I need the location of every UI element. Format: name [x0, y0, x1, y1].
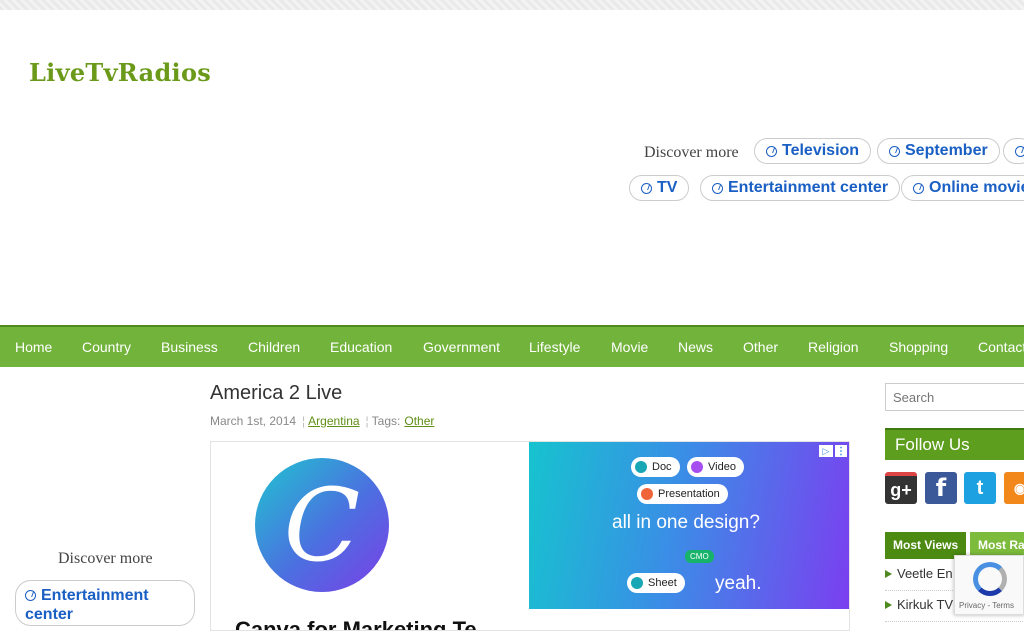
main-nav: Home Country Business Children Education… [0, 325, 1024, 367]
video-icon [691, 461, 703, 473]
nav-other[interactable]: Other [743, 339, 778, 355]
nav-home[interactable]: Home [15, 339, 52, 355]
ad-chip-presentation: Presentation [637, 484, 728, 504]
nav-government[interactable]: Government [423, 339, 500, 355]
ad-chip-doc: Doc [631, 457, 680, 477]
post-tags-label: Tags: [371, 414, 401, 428]
recaptcha-privacy-terms[interactable]: Privacy - Terms [959, 601, 1014, 610]
sheet-icon [631, 577, 643, 589]
meta-separator: ¦ [365, 414, 369, 428]
adchoices-icon[interactable]: ▷ [819, 445, 833, 457]
post-tag-link[interactable]: Other [404, 414, 434, 428]
bolt-circle-icon [712, 182, 723, 194]
post-date: March 1st, 2014 [210, 414, 297, 428]
arrow-right-icon [885, 600, 892, 609]
rss-icon[interactable]: ◉ [1004, 472, 1024, 504]
recaptcha-badge[interactable]: Privacy - Terms [954, 555, 1024, 615]
arrow-right-icon [885, 569, 892, 578]
post-category-link[interactable]: Argentina [308, 414, 359, 428]
ad-yeah-text: yeah. [715, 573, 762, 594]
list-item[interactable]: Kirkuk TV [885, 597, 953, 612]
post-title: America 2 Live [210, 382, 343, 404]
list-divider [885, 621, 1024, 622]
nav-movie[interactable]: Movie [611, 339, 648, 355]
nav-shopping[interactable]: Shopping [889, 339, 948, 355]
post-meta: March 1st, 2014 ¦ Argentina ¦ Tags: Othe… [210, 414, 434, 428]
search-input[interactable] [885, 383, 1024, 411]
canva-logo: C [255, 458, 389, 592]
ad-chip-video: Video [687, 457, 744, 477]
facebook-icon[interactable]: f [925, 472, 957, 504]
bolt-circle-icon [913, 182, 924, 194]
discover-pill-online-movie[interactable]: Online movie [901, 175, 1024, 201]
ad-cmo-badge: CMO [685, 550, 714, 563]
ad-visual-panel[interactable]: Doc Video Presentation all in one design… [529, 442, 849, 609]
discover-pill-september[interactable]: September [877, 138, 1000, 164]
presentation-icon [641, 488, 653, 500]
nav-children[interactable]: Children [248, 339, 300, 355]
nav-education[interactable]: Education [330, 339, 392, 355]
meta-separator: ¦ [302, 414, 306, 428]
discover-more-label: Discover more [644, 144, 739, 161]
doc-icon [635, 461, 647, 473]
list-item[interactable]: Veetle En [885, 566, 953, 581]
nav-business[interactable]: Business [161, 339, 218, 355]
nav-religion[interactable]: Religion [808, 339, 859, 355]
nav-country[interactable]: Country [82, 339, 131, 355]
bolt-circle-icon [25, 590, 36, 601]
discover-pill-tv[interactable]: TV [629, 175, 690, 201]
ad-tagline: all in one design? [612, 512, 760, 533]
bolt-circle-icon [766, 145, 777, 157]
discover-pill-entertainment-center[interactable]: Entertainment center [700, 175, 901, 201]
discover-pill-television[interactable]: Television [754, 138, 872, 164]
bolt-circle-icon [1015, 145, 1024, 157]
twitter-icon[interactable]: t [964, 472, 996, 504]
google-plus-icon[interactable]: g+ [885, 472, 917, 504]
ad-menu-icon[interactable]: ⋮ [835, 445, 847, 457]
bolt-circle-icon [641, 182, 652, 194]
bolt-circle-icon [889, 145, 900, 157]
discover-pill-partial[interactable] [1003, 138, 1024, 164]
follow-us-heading: Follow Us [885, 428, 1024, 460]
ad-chip-sheet: Sheet [627, 573, 685, 593]
nav-news[interactable]: News [678, 339, 713, 355]
left-discover-more-label: Discover more [58, 550, 153, 567]
site-logo[interactable]: LiveTvRadios [29, 58, 211, 87]
recaptcha-icon [973, 562, 1007, 596]
advertisement[interactable]: C Doc Video Presentation all in one desi… [210, 441, 850, 631]
nav-lifestyle[interactable]: Lifestyle [529, 339, 580, 355]
left-discover-pill-entertainment-center[interactable]: Entertainment center [15, 580, 195, 626]
top-decorative-strip [0, 0, 1024, 10]
nav-contact[interactable]: Contact [978, 339, 1024, 355]
